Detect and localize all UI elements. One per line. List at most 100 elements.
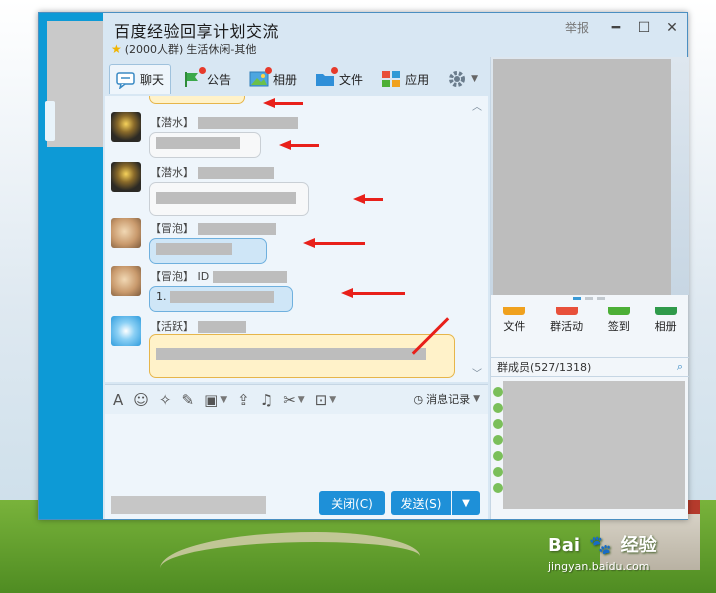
blue-avatar[interactable] <box>111 316 141 346</box>
group-banner <box>491 57 689 295</box>
folder-icon <box>503 307 526 315</box>
scroll-down-icon[interactable]: ﹀ <box>472 365 482 380</box>
screen-share-icon[interactable]: ⊡ <box>315 391 328 409</box>
baidu-watermark: Bai 🐾 经验 jingyan.baidu.com <box>548 528 708 573</box>
app-activity[interactable]: 群活动 <box>550 307 583 334</box>
pager-dot[interactable] <box>597 297 605 300</box>
right-panel: 文件 群活动 签到 相册 群成员(527/1318) ⌕ <box>490 57 689 519</box>
face-avatar[interactable] <box>111 218 141 248</box>
folder-icon <box>315 67 339 88</box>
photo-album-icon <box>654 307 677 315</box>
member-tag: 【潜水】 <box>150 166 194 179</box>
settings-button[interactable]: ▼ <box>441 64 484 94</box>
tab-files[interactable]: 文件 <box>309 64 369 94</box>
upload-icon[interactable]: ⇪ <box>237 391 250 409</box>
members-count: 群成员(527/1318) <box>497 361 592 374</box>
maximize-icon[interactable]: ☐ <box>637 20 651 36</box>
emoji-icon[interactable]: ☺ <box>133 391 149 409</box>
notification-dot <box>199 67 207 74</box>
tab-apps[interactable]: 应用 <box>375 64 435 94</box>
redacted-banner <box>493 59 671 295</box>
message-text-prefix: 1. <box>156 290 167 303</box>
app-checkin[interactable]: 签到 <box>607 307 630 334</box>
redacted-name <box>197 223 276 235</box>
member-status-icon <box>493 387 503 397</box>
members-header: 群成员(527/1318) ⌕ <box>491 357 689 377</box>
scroll-up-icon[interactable]: ︿ <box>472 98 482 113</box>
app-activity-label: 群活动 <box>550 320 584 333</box>
redacted-text <box>156 137 240 149</box>
notification-dot <box>331 67 339 74</box>
scissors-icon[interactable]: ✂ <box>283 391 296 409</box>
message-bubble-partial <box>149 96 245 104</box>
member-tag: 【潜水】 <box>150 116 194 129</box>
image-icon[interactable]: ▣ <box>204 391 218 409</box>
member-status-icon <box>493 451 503 461</box>
window-title: 百度经验回享计划交流 <box>114 22 280 41</box>
chevron-down-icon[interactable]: ▼ <box>298 395 305 405</box>
face-avatar[interactable] <box>111 266 141 296</box>
tab-files-label: 文件 <box>339 72 364 87</box>
send-button[interactable]: 发送(S) <box>391 491 451 515</box>
chevron-down-icon: ▼ <box>462 497 470 509</box>
close-icon[interactable]: ✕ <box>665 20 679 36</box>
app-album[interactable]: 相册 <box>654 307 677 334</box>
input-toolbar: A ☺ ✧ ✎ ▣ ▼ ⇪ ♫ ✂ ▼ ⊡ ▼ ◷ 消息记录 ▼ <box>105 384 488 414</box>
message-bubble <box>149 132 261 158</box>
chat-history[interactable]: ︿ 【潜水】 【潜水】 【冒泡】 【冒泡】 ID 1. 【活跃】 ﹀ <box>105 96 488 382</box>
banner-pager[interactable] <box>573 297 605 300</box>
member-tag: 【冒泡】 <box>150 222 194 235</box>
member-status-icon <box>493 467 503 477</box>
activity-icon <box>555 307 578 315</box>
penguin-avatar[interactable] <box>111 112 141 142</box>
chevron-down-icon[interactable]: ▼ <box>220 395 227 405</box>
group-avatar-redacted <box>47 21 103 147</box>
shake-icon[interactable]: ✧ <box>159 391 172 409</box>
send-options-button[interactable]: ▼ <box>452 491 480 515</box>
member-id-prefix: ID <box>197 270 210 283</box>
music-icon[interactable]: ♫ <box>260 391 273 409</box>
chat-bubble-icon <box>116 71 136 90</box>
search-icon[interactable]: ⌕ <box>677 360 683 374</box>
tab-album[interactable]: 相册 <box>243 64 303 94</box>
member-status-icon <box>493 435 503 445</box>
member-status-icon <box>493 419 503 429</box>
redacted-text <box>156 192 296 204</box>
chevron-down-icon[interactable]: ▼ <box>329 395 336 405</box>
group-apps: 文件 群活动 签到 相册 <box>491 307 689 334</box>
font-icon[interactable]: A <box>113 391 123 409</box>
app-files-label: 文件 <box>503 320 526 333</box>
pager-dot[interactable] <box>585 297 593 300</box>
message-sender: 【冒泡】 ID <box>150 268 287 284</box>
tab-announcement[interactable]: 公告 <box>177 64 237 94</box>
minimize-icon[interactable]: ━ <box>609 20 623 36</box>
app-album-label: 相册 <box>654 320 677 333</box>
redacted-name <box>197 167 274 179</box>
group-category[interactable]: 生活休闲-其他 <box>186 41 256 57</box>
redacted-member-list[interactable] <box>503 381 685 509</box>
watermark-paw-icon: 🐾 <box>589 535 612 556</box>
report-link[interactable]: 举报 <box>565 19 589 36</box>
chevron-down-icon: ▼ <box>473 394 480 404</box>
message-bubble <box>149 334 455 378</box>
pager-dot[interactable] <box>573 297 581 300</box>
message-history-button[interactable]: ◷ 消息记录 ▼ <box>413 391 480 407</box>
app-files[interactable]: 文件 <box>503 307 526 334</box>
penguin-avatar[interactable] <box>111 162 141 192</box>
star-icon: ★ <box>111 42 122 56</box>
flag-icon <box>183 67 207 88</box>
red-arrow <box>279 140 319 150</box>
message-input[interactable]: 关闭(C) 发送(S) ▼ <box>105 414 488 519</box>
redacted-name <box>197 321 246 333</box>
sidebar-handle[interactable] <box>45 101 55 141</box>
notification-dot <box>265 67 273 74</box>
watermark-brand: Bai <box>548 535 581 556</box>
edit-icon[interactable]: ✎ <box>181 391 194 409</box>
red-arrow <box>353 194 383 204</box>
tab-bar: 聊天 公告 相册 文件 应用 ▼ <box>109 63 484 95</box>
member-status-icon <box>493 403 503 413</box>
red-arrow <box>263 98 303 108</box>
member-tag: 【冒泡】 <box>150 270 194 283</box>
tab-chat[interactable]: 聊天 <box>109 64 172 94</box>
close-button[interactable]: 关闭(C) <box>319 491 385 515</box>
